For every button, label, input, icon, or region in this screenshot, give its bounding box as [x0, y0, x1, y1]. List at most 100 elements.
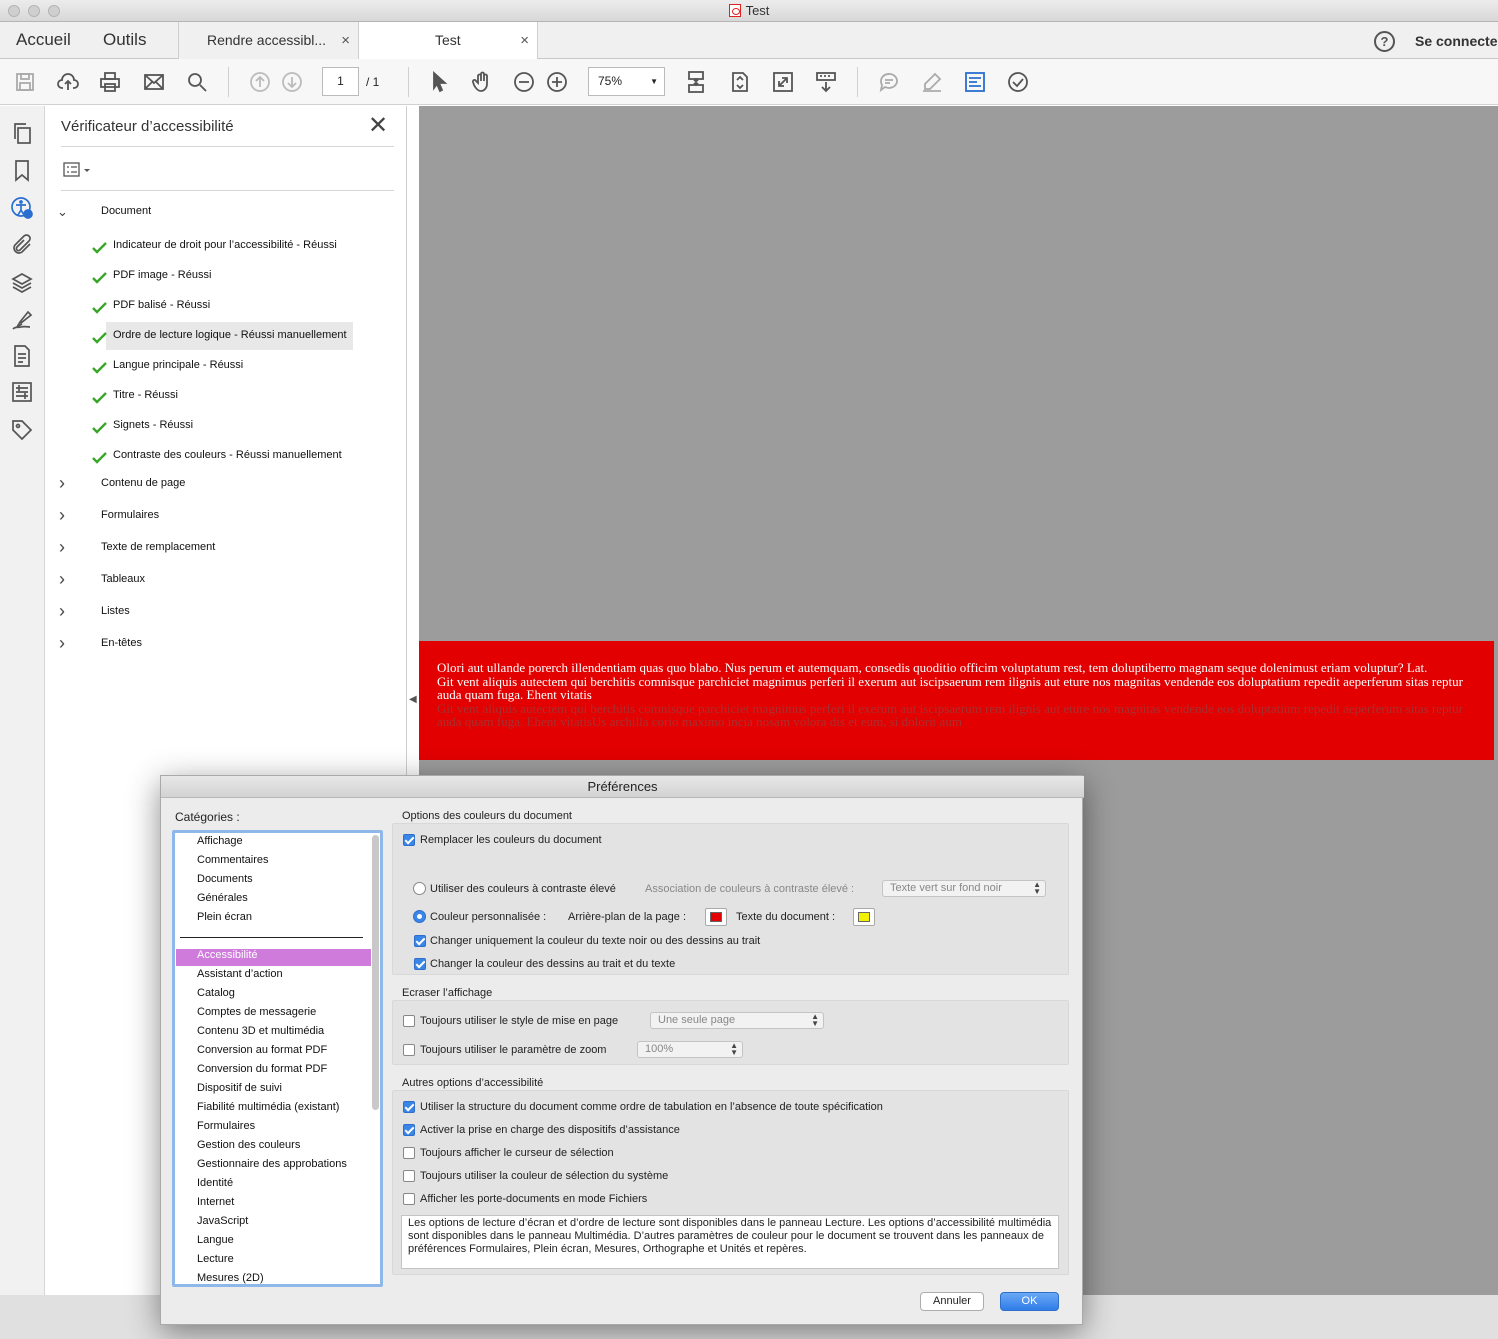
tags-icon[interactable] — [10, 418, 35, 443]
close-tab-icon[interactable]: × — [341, 22, 350, 59]
tools-tab[interactable]: Outils — [103, 30, 146, 50]
layers-icon[interactable] — [10, 271, 35, 296]
cursor-checkbox[interactable] — [403, 1147, 415, 1159]
layout-select[interactable]: Une seule page ▲ ▼ — [650, 1012, 824, 1029]
chevron-right-icon[interactable]: › — [59, 602, 65, 620]
check-item[interactable]: PDF balisé - Réussi — [113, 299, 210, 311]
category-item[interactable]: Générales — [197, 892, 248, 904]
category-item[interactable]: Conversion au format PDF — [197, 1044, 327, 1056]
category-item[interactable]: Assistant d’action — [197, 968, 283, 980]
category-item[interactable]: Identité — [197, 1177, 233, 1189]
page-bg-color-swatch[interactable] — [705, 908, 727, 926]
tab-rendre-accessible[interactable]: Rendre accessibl... × — [178, 22, 358, 59]
accessibility-icon[interactable] — [10, 196, 35, 221]
comment-icon[interactable] — [876, 69, 902, 95]
category-item[interactable]: Gestion des couleurs — [197, 1139, 300, 1151]
chevron-right-icon[interactable]: › — [59, 474, 65, 492]
zoom-level-select[interactable]: 100% ▲ ▼ — [637, 1041, 743, 1058]
category-item[interactable]: Commentaires — [197, 854, 269, 866]
tree-group[interactable]: Contenu de page — [101, 477, 185, 489]
category-item[interactable]: Plein écran — [197, 911, 252, 923]
minimize-window-button[interactable] — [28, 5, 40, 17]
home-tab[interactable]: Accueil — [16, 30, 71, 50]
only-black-checkbox[interactable] — [414, 935, 426, 947]
full-screen-icon[interactable] — [770, 69, 796, 95]
check-item[interactable]: PDF image - Réussi — [113, 269, 211, 281]
signature-icon[interactable] — [10, 308, 35, 333]
tab-test[interactable]: Test × — [358, 22, 538, 60]
custom-color-radio[interactable] — [413, 910, 426, 923]
doc-text-color-swatch[interactable] — [853, 908, 875, 926]
zoom-out-icon[interactable] — [511, 69, 537, 95]
close-window-button[interactable] — [8, 5, 20, 17]
page-number-input[interactable]: 1 — [322, 67, 359, 96]
print-icon[interactable] — [97, 69, 123, 95]
zoom-window-button[interactable] — [48, 5, 60, 17]
tree-group[interactable]: Formulaires — [101, 509, 159, 521]
ok-button[interactable]: OK — [1000, 1292, 1059, 1311]
category-item[interactable]: Fiabilité multimédia (existant) — [197, 1101, 339, 1113]
category-item[interactable]: Lecture — [197, 1253, 234, 1265]
action-check-icon[interactable] — [1005, 69, 1031, 95]
category-item[interactable]: Affichage — [197, 835, 243, 847]
replace-colors-checkbox[interactable] — [403, 834, 415, 846]
document-properties-icon[interactable] — [10, 344, 35, 369]
check-item[interactable]: Titre - Réussi — [113, 389, 178, 401]
system-color-checkbox[interactable] — [403, 1170, 415, 1182]
category-item[interactable]: Mesures (2D) — [197, 1272, 264, 1284]
contrast-combination-select[interactable]: Texte vert sur fond noir ▲ ▼ — [882, 880, 1046, 897]
cancel-button[interactable]: Annuler — [920, 1292, 984, 1311]
sign-in-link[interactable]: Se connecter — [1415, 33, 1498, 49]
category-item[interactable]: Formulaires — [197, 1120, 255, 1132]
tab-order-checkbox[interactable] — [403, 1101, 415, 1113]
check-item[interactable]: Contraste des couleurs - Réussi manuelle… — [113, 449, 342, 461]
read-mode-icon[interactable] — [813, 69, 839, 95]
chevron-right-icon[interactable]: › — [59, 538, 65, 556]
chevron-right-icon[interactable]: › — [59, 506, 65, 524]
chevron-right-icon[interactable]: › — [59, 634, 65, 652]
category-item[interactable]: Catalog — [197, 987, 235, 999]
check-item[interactable]: Signets - Réussi — [113, 419, 193, 431]
assistive-checkbox[interactable] — [403, 1124, 415, 1136]
tree-group[interactable]: Tableaux — [101, 573, 145, 585]
compare-icon[interactable] — [10, 380, 35, 405]
category-item[interactable]: Accessibilité — [197, 949, 258, 961]
tree-group[interactable]: Listes — [101, 605, 130, 617]
category-item[interactable]: Langue — [197, 1234, 234, 1246]
previous-page-icon[interactable] — [247, 69, 273, 95]
check-item[interactable]: Ordre de lecture logique - Réussi manuel… — [113, 329, 347, 341]
category-item[interactable]: Contenu 3D et multimédia — [197, 1025, 324, 1037]
category-item[interactable]: Conversion du format PDF — [197, 1063, 327, 1075]
tree-root-document[interactable]: Document — [101, 205, 151, 217]
zoom-select[interactable]: 75% ▼ — [588, 67, 665, 96]
tree-group[interactable]: En-têtes — [101, 637, 142, 649]
chevron-right-icon[interactable]: › — [59, 570, 65, 588]
collapse-panel-icon[interactable]: ◀ — [409, 694, 417, 705]
cloud-upload-icon[interactable] — [55, 69, 81, 95]
attachment-icon[interactable] — [10, 233, 35, 258]
search-icon[interactable] — [184, 69, 210, 95]
options-menu-icon[interactable] — [63, 161, 93, 179]
category-item[interactable]: Documents — [197, 873, 253, 885]
category-item[interactable]: Gestionnaire des approbations — [197, 1158, 347, 1170]
hand-tool-icon[interactable] — [469, 69, 495, 95]
chevron-down-icon[interactable]: ⌄ — [57, 204, 68, 220]
category-item[interactable]: Comptes de messagerie — [197, 1006, 316, 1018]
select-pointer-icon[interactable] — [426, 69, 452, 95]
highlight-icon[interactable] — [919, 69, 945, 95]
category-item[interactable]: Internet — [197, 1196, 234, 1208]
scroll-mode-icon[interactable] — [683, 69, 709, 95]
close-tab-icon[interactable]: × — [520, 22, 529, 59]
pages-icon[interactable] — [10, 121, 35, 146]
always-zoom-checkbox[interactable] — [403, 1044, 415, 1056]
tree-group[interactable]: Texte de remplacement — [101, 541, 215, 553]
category-item[interactable]: Dispositif de suivi — [197, 1082, 282, 1094]
category-item[interactable]: JavaScript — [197, 1215, 248, 1227]
form-tool-icon[interactable] — [962, 69, 988, 95]
zoom-in-icon[interactable] — [544, 69, 570, 95]
line-art-checkbox[interactable] — [414, 958, 426, 970]
close-panel-icon[interactable]: ✕ — [368, 114, 388, 138]
high-contrast-radio[interactable] — [413, 882, 426, 895]
portfolio-checkbox[interactable] — [403, 1193, 415, 1205]
help-icon[interactable]: ? — [1374, 31, 1395, 52]
